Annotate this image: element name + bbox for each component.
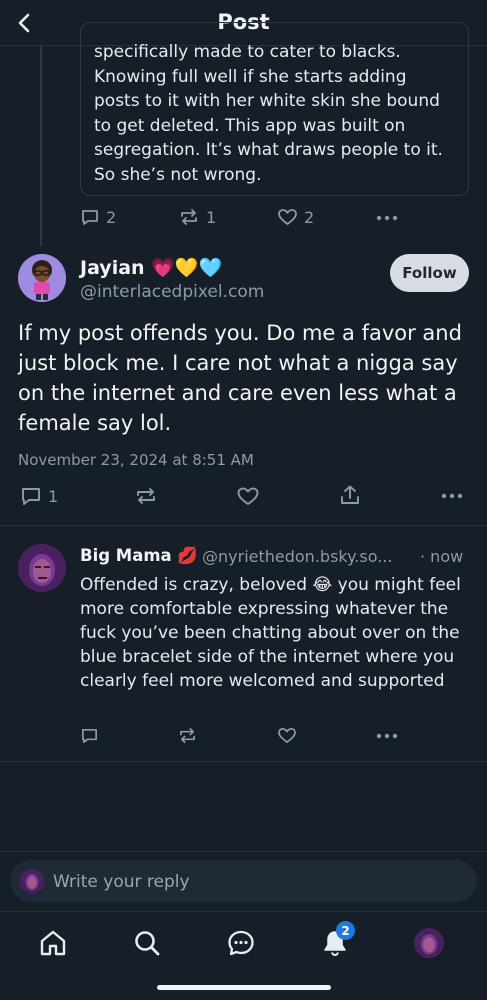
avatar-illustration [18,254,66,302]
search-icon [135,931,160,956]
author-display-name[interactable]: Jayian 💗💛🩵 [80,256,222,279]
quoted-like-button[interactable]: 2 [277,207,314,227]
quoted-more-button[interactable] [376,215,398,221]
repost-count: 1 [206,207,217,227]
heart-icon [278,727,296,744]
heart-icon [278,209,297,225]
like-count: 2 [304,207,315,227]
reply-repost-button[interactable] [177,726,198,745]
avatar-photo [18,544,66,592]
tab-home[interactable] [38,928,68,958]
repost-button[interactable] [134,485,158,507]
home-indicator [157,985,331,990]
repost-icon [137,488,155,504]
reply-avatar[interactable] [18,544,66,592]
thread-line [40,46,42,246]
chat-icon [228,930,254,956]
reply-like-button[interactable] [277,726,297,745]
post-text: If my post offends you. Do me a favor an… [18,321,462,435]
reply-icon [82,210,98,225]
reply-count: 1 [48,486,59,506]
author-handle[interactable]: @interlacedpixel.com [80,282,264,302]
divider [0,761,487,762]
divider [0,525,487,526]
more-icon [376,733,398,739]
tab-profile[interactable] [414,928,444,958]
reply-more-button[interactable] [376,733,398,739]
reply-author-name[interactable]: Big Mama 💋 [80,546,198,566]
reply-author-handle[interactable]: @nyriethedon.bsky.so... [202,547,392,566]
reply-count: 2 [106,207,117,227]
more-icon [376,215,398,221]
repost-icon [179,727,196,744]
notification-badge: 2 [336,921,355,940]
tab-search[interactable] [132,928,162,958]
tab-chat[interactable] [226,928,256,958]
repost-icon [181,209,197,225]
reply-input-placeholder[interactable]: Write your reply [53,872,190,892]
profile-avatar [414,928,444,958]
reply-text: Offended is crazy, beloved 😂 you might f… [80,575,461,691]
divider [0,851,487,852]
reply-time: · now [420,547,464,566]
share-icon [341,485,359,504]
reply-icon [81,728,98,744]
quoted-reply-button[interactable]: 2 [80,207,116,227]
share-button[interactable] [339,484,361,506]
avatar-photo [20,869,44,893]
home-icon [40,930,66,956]
reply-reply-button[interactable] [80,726,99,745]
quoted-post-text: specifically made to cater to blacks. Kn… [94,42,443,185]
reply-icon [22,488,40,505]
post-timestamp: November 23, 2024 at 8:51 AM [18,451,254,469]
avatar[interactable] [18,254,66,302]
quoted-repost-button[interactable]: 1 [178,207,216,227]
composer-avatar [20,869,44,893]
reply-button[interactable]: 1 [20,485,58,507]
follow-button[interactable]: Follow [390,254,469,292]
more-icon [441,493,463,499]
like-button[interactable] [236,485,260,507]
more-button[interactable] [441,493,463,499]
heart-icon [237,487,259,505]
